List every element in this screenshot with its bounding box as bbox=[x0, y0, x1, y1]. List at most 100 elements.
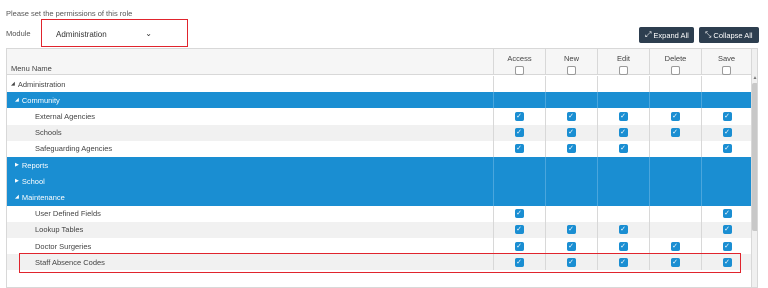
column-divider bbox=[545, 221, 546, 238]
column-divider bbox=[701, 221, 702, 238]
table-row: External Agencies ✓ ✓ ✓ ✓ ✓ bbox=[7, 108, 751, 125]
row-label: Safeguarding Agencies bbox=[35, 144, 113, 154]
column-divider bbox=[545, 108, 546, 125]
column-divider bbox=[649, 221, 650, 238]
permission-checkbox[interactable]: ✓ bbox=[722, 144, 732, 154]
expand-icon: ⤢ bbox=[645, 30, 652, 39]
delete-select-all-checkbox[interactable] bbox=[671, 66, 680, 75]
column-divider bbox=[493, 238, 494, 255]
permission-checkbox[interactable]: ✓ bbox=[566, 144, 576, 154]
row-name: ◢ Administration bbox=[11, 76, 65, 92]
save-select-all-checkbox[interactable] bbox=[722, 66, 731, 75]
delete-header-label: Delete bbox=[664, 54, 687, 63]
permission-checkbox[interactable]: ✓ bbox=[514, 128, 524, 138]
scrollbar-thumb[interactable] bbox=[752, 83, 757, 231]
column-divider bbox=[649, 173, 650, 190]
row-label: Maintenance bbox=[21, 192, 65, 202]
collapse-caret-icon[interactable]: ◢ bbox=[15, 194, 19, 200]
expand-all-button[interactable]: ⤢ Expand All bbox=[639, 27, 694, 43]
column-divider bbox=[649, 238, 650, 255]
column-divider bbox=[597, 76, 598, 93]
row-label: Schools bbox=[35, 128, 62, 138]
row-label: Reports bbox=[21, 160, 49, 170]
column-divider bbox=[649, 124, 650, 141]
permission-checkbox[interactable]: ✓ bbox=[670, 241, 680, 251]
row-name: User Defined Fields bbox=[35, 206, 101, 222]
permission-checkbox[interactable]: ✓ bbox=[514, 241, 524, 251]
row-name: ▶ School bbox=[15, 173, 45, 189]
permission-checkbox[interactable]: ✓ bbox=[566, 128, 576, 138]
scroll-up-icon[interactable]: ▲ bbox=[752, 75, 757, 81]
edit-select-all-checkbox[interactable] bbox=[619, 66, 628, 75]
permission-checkbox[interactable]: ✓ bbox=[722, 241, 732, 251]
group-row[interactable]: ◢ Community bbox=[7, 92, 751, 109]
permission-checkbox[interactable]: ✓ bbox=[722, 128, 732, 138]
permission-checkbox[interactable]: ✓ bbox=[618, 111, 628, 121]
group-row[interactable]: ▶ Reports bbox=[7, 157, 751, 174]
column-divider bbox=[545, 157, 546, 174]
permission-checkbox[interactable]: ✓ bbox=[618, 225, 628, 235]
column-divider bbox=[493, 76, 494, 93]
column-divider bbox=[493, 108, 494, 125]
row-name: ◢ Maintenance bbox=[15, 189, 65, 205]
group-row[interactable]: ▶ School bbox=[7, 173, 751, 190]
save-column-header: Save bbox=[701, 49, 751, 75]
column-divider bbox=[701, 238, 702, 255]
row-label: School bbox=[21, 176, 45, 186]
collapse-all-button[interactable]: ⤡ Collapse All bbox=[699, 27, 759, 43]
column-divider bbox=[701, 124, 702, 141]
column-divider bbox=[701, 189, 702, 206]
instruction-text: Please set the permissions of this role bbox=[6, 9, 133, 18]
table-row[interactable]: ◢ Administration bbox=[7, 76, 751, 93]
group-row[interactable]: ◢ Maintenance bbox=[7, 189, 751, 206]
new-select-all-checkbox[interactable] bbox=[567, 66, 576, 75]
row-label: User Defined Fields bbox=[35, 209, 101, 219]
permission-checkbox[interactable]: ✓ bbox=[670, 128, 680, 138]
column-divider bbox=[545, 92, 546, 109]
permission-checkbox[interactable]: ✓ bbox=[722, 209, 732, 219]
row-name: ◢ Community bbox=[15, 92, 60, 108]
table-row: Safeguarding Agencies ✓ ✓ ✓ ✓ bbox=[7, 140, 751, 157]
row-name: Lookup Tables bbox=[35, 222, 83, 238]
column-divider bbox=[597, 238, 598, 255]
collapse-caret-icon[interactable]: ◢ bbox=[11, 81, 15, 87]
permission-checkbox[interactable]: ✓ bbox=[566, 241, 576, 251]
permission-checkbox[interactable]: ✓ bbox=[670, 111, 680, 121]
row-name: Schools bbox=[35, 125, 62, 141]
permission-checkbox[interactable]: ✓ bbox=[722, 111, 732, 121]
expand-caret-icon[interactable]: ▶ bbox=[15, 178, 19, 184]
permission-checkbox[interactable]: ✓ bbox=[566, 111, 576, 121]
delete-column-header: Delete bbox=[649, 49, 701, 75]
expand-caret-icon[interactable]: ▶ bbox=[15, 162, 19, 168]
permission-checkbox[interactable]: ✓ bbox=[514, 111, 524, 121]
permission-checkbox[interactable]: ✓ bbox=[618, 241, 628, 251]
permission-checkbox[interactable]: ✓ bbox=[514, 225, 524, 235]
column-divider bbox=[545, 76, 546, 93]
permission-checkbox[interactable]: ✓ bbox=[618, 128, 628, 138]
access-select-all-checkbox[interactable] bbox=[515, 66, 524, 75]
row-name: ▶ Reports bbox=[15, 157, 48, 173]
new-column-header: New bbox=[545, 49, 597, 75]
collapse-caret-icon[interactable]: ◢ bbox=[15, 97, 19, 103]
permission-checkbox[interactable]: ✓ bbox=[514, 209, 524, 219]
row-label: Doctor Surgeries bbox=[35, 241, 92, 251]
column-divider bbox=[701, 108, 702, 125]
row-name: Doctor Surgeries bbox=[35, 238, 91, 254]
module-select[interactable]: Administration ⌄ bbox=[48, 27, 166, 42]
permission-checkbox[interactable]: ✓ bbox=[722, 225, 732, 235]
column-divider bbox=[649, 140, 650, 157]
permission-checkbox[interactable]: ✓ bbox=[514, 144, 524, 154]
permission-checkbox[interactable]: ✓ bbox=[618, 144, 628, 154]
column-divider bbox=[597, 205, 598, 222]
column-divider bbox=[701, 173, 702, 190]
column-divider bbox=[649, 76, 650, 93]
chevron-down-icon: ⌄ bbox=[145, 29, 152, 38]
column-divider bbox=[545, 173, 546, 190]
column-divider bbox=[493, 221, 494, 238]
column-divider bbox=[649, 108, 650, 125]
permission-checkbox[interactable]: ✓ bbox=[566, 225, 576, 235]
table-row: User Defined Fields ✓ ✓ bbox=[7, 205, 751, 222]
column-divider bbox=[597, 173, 598, 190]
table-row: Doctor Surgeries ✓ ✓ ✓ ✓ ✓ bbox=[7, 238, 751, 255]
column-divider bbox=[545, 205, 546, 222]
